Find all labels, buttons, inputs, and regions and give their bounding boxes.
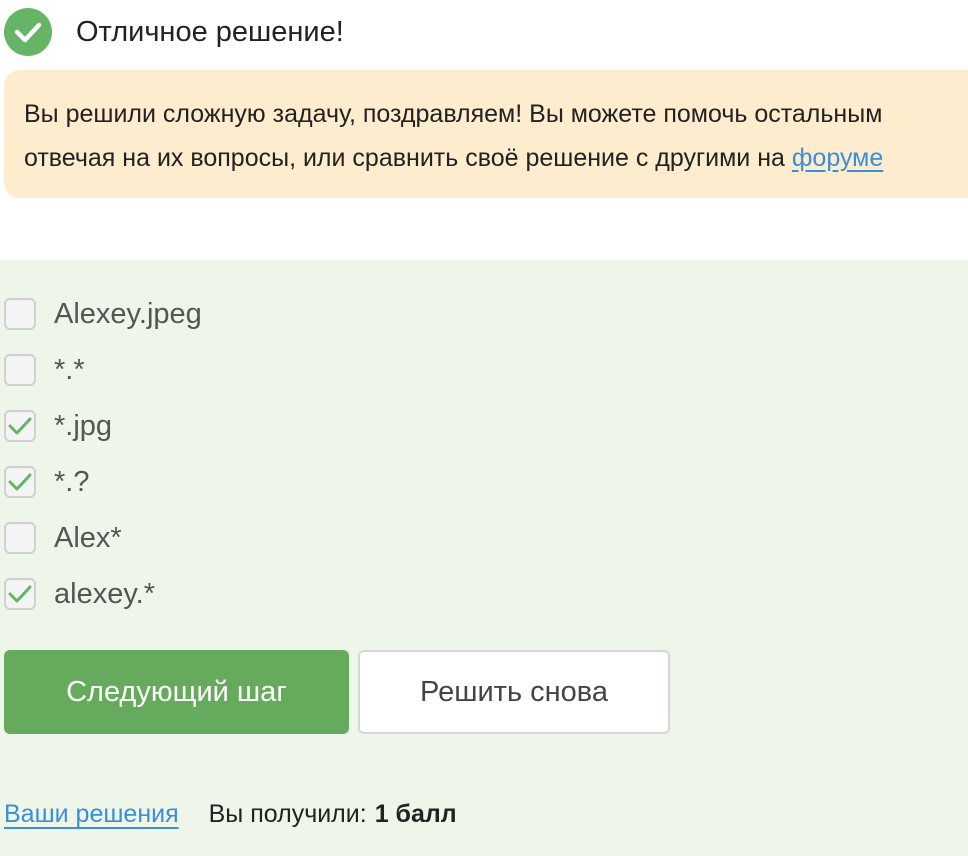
answer-option-label: alexey.* [54,577,156,610]
checkbox-checked[interactable] [4,578,36,610]
success-title: Отличное решение! [76,15,344,48]
page: Отличное решение! Вы решили сложную зада… [0,0,968,856]
forum-link[interactable]: форуме [792,144,883,172]
answer-option[interactable]: *.* [4,352,85,388]
answer-option[interactable]: Alex* [4,520,122,556]
checkbox-checked[interactable] [4,466,36,498]
answer-option[interactable]: *.jpg [4,408,112,444]
notice-line-2: отвечая на их вопросы, или сравнить своё… [24,136,968,180]
answer-option-label: Alexey.jpeg [54,297,202,330]
next-step-button[interactable]: Следующий шаг [4,650,349,734]
success-header: Отличное решение! [4,8,344,56]
checkbox-unchecked[interactable] [4,354,36,386]
score-value: 1 балл [374,800,457,828]
checkmark-icon [8,585,32,603]
quiz-footer: Ваши решения Вы получили: 1 балл [4,800,457,829]
answer-option-label: Alex* [54,521,122,554]
answer-option-label: *.? [54,465,90,498]
checkmark-icon [8,473,32,491]
answer-option-label: *.jpg [54,409,113,442]
your-solutions-link[interactable]: Ваши решения [4,800,179,829]
notice-line-1: Вы решили сложную задачу, поздравляем! В… [24,100,883,128]
checkmark-icon [8,417,32,435]
answer-option[interactable]: Alexey.jpeg [4,296,202,332]
checkbox-unchecked[interactable] [4,298,36,330]
notice-line-2-text: отвечая на их вопросы, или сравнить своё… [24,144,792,172]
congrats-notice: Вы решили сложную задачу, поздравляем! В… [4,70,968,198]
quiz-panel: Alexey.jpeg *.* *.jpg *.? Alex* alexey.* След… [0,260,968,856]
answer-option-label: *.* [54,353,85,386]
answer-option[interactable]: *.? [4,464,89,500]
check-circle-icon [4,8,52,56]
checkbox-checked[interactable] [4,410,36,442]
checkbox-unchecked[interactable] [4,522,36,554]
score-label: Вы получили: [208,800,367,828]
answer-option[interactable]: alexey.* [4,576,155,612]
solve-again-button[interactable]: Решить снова [358,650,670,734]
